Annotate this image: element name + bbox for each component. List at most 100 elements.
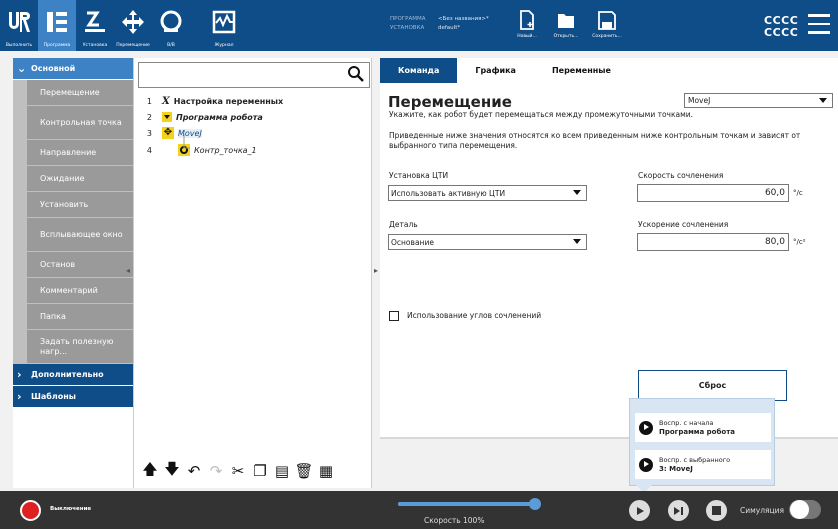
command-move[interactable]: Перемещение bbox=[27, 80, 133, 106]
open-button[interactable]: Открыть... bbox=[548, 10, 584, 39]
editor-tabs: Команда Графика Переменные bbox=[380, 58, 838, 83]
chevron-down-icon bbox=[819, 98, 827, 103]
log-tab[interactable]: Журнал bbox=[205, 0, 243, 51]
tree-node-label: Настройка переменных bbox=[173, 96, 284, 106]
joint-speed-label: Скорость сочленения bbox=[638, 171, 724, 180]
category-basic[interactable]: ⌄ Основной bbox=[13, 58, 133, 80]
tree-connector bbox=[183, 134, 190, 149]
tree-row[interactable]: 4 Контр_точка_1 bbox=[134, 142, 257, 158]
robot-name-line2: CCCC bbox=[764, 26, 799, 39]
category-advanced-label: Дополнительно bbox=[31, 370, 104, 379]
footer-bar: Выключение Скорость 100% Симуляция bbox=[0, 491, 838, 529]
new-file-icon bbox=[520, 10, 534, 30]
chevron-down-icon bbox=[573, 239, 581, 244]
command-wait[interactable]: Ожидание bbox=[27, 166, 133, 192]
step-button[interactable] bbox=[668, 500, 689, 521]
tab-label: Графика bbox=[475, 66, 516, 75]
simulation-label: Симуляция bbox=[740, 506, 785, 515]
robot-name: CCCC CCCC bbox=[764, 15, 798, 39]
chevron-right-icon: › bbox=[17, 368, 22, 381]
command-label: Останов bbox=[40, 260, 76, 269]
joint-accel-value: 80,0 bbox=[764, 237, 785, 247]
chevron-right-icon: › bbox=[17, 390, 22, 403]
feature-select[interactable]: Основание bbox=[388, 234, 587, 250]
tree-search-input[interactable] bbox=[138, 62, 370, 88]
joint-accel-field[interactable]: 80,0 bbox=[637, 233, 789, 251]
tab-graphics[interactable]: Графика bbox=[457, 58, 534, 83]
tree-row[interactable]: 1 X Настройка переменных bbox=[134, 93, 283, 109]
save-button[interactable]: Сохранить... bbox=[589, 10, 625, 39]
installation-tab[interactable]: Установка bbox=[76, 0, 114, 51]
command-folder[interactable]: Папка bbox=[27, 304, 133, 330]
program-tab[interactable]: Программа bbox=[38, 0, 76, 51]
variable-x-icon: X bbox=[162, 95, 170, 107]
program-tree-icon bbox=[47, 12, 67, 32]
command-direction[interactable]: Направление bbox=[27, 140, 133, 166]
search-icon[interactable] bbox=[347, 65, 365, 83]
play-button[interactable] bbox=[629, 500, 650, 521]
move-tab-label: Перемещение bbox=[116, 43, 150, 48]
power-button[interactable] bbox=[20, 500, 41, 521]
category-templates[interactable]: › Шаблоны bbox=[13, 386, 133, 408]
speed-slider[interactable] bbox=[398, 502, 538, 506]
installation-tab-label: Установка bbox=[82, 43, 108, 48]
tcp-value: Использовать активную ЦТИ bbox=[391, 188, 506, 198]
copy-icon[interactable]: ❐ bbox=[251, 461, 269, 481]
tree-row[interactable]: 2 Программа робота bbox=[134, 109, 263, 125]
program-key: ПРОГРАММА bbox=[390, 16, 426, 22]
speed-slider-handle[interactable] bbox=[529, 498, 541, 510]
tcp-select[interactable]: Использовать активную ЦТИ bbox=[388, 185, 587, 201]
simulation-toggle[interactable] bbox=[789, 500, 821, 519]
move-arrows-icon bbox=[122, 10, 144, 34]
line-number: 3 bbox=[146, 128, 152, 138]
delete-icon[interactable]: 🗑 bbox=[294, 461, 313, 481]
tree-node-label: Контр_точка_1 bbox=[194, 145, 257, 155]
io-tab[interactable]: В/В bbox=[152, 0, 190, 51]
reset-button[interactable]: Сброс bbox=[638, 370, 787, 401]
program-name: <Без названия>* bbox=[438, 16, 489, 22]
save-icon bbox=[598, 11, 616, 30]
undo-icon[interactable]: ↶ bbox=[185, 461, 203, 481]
menu-icon[interactable] bbox=[808, 14, 830, 34]
redo-icon[interactable]: ↷ bbox=[207, 461, 225, 481]
command-set[interactable]: Установить bbox=[27, 192, 133, 218]
suppress-icon[interactable]: ▦ bbox=[317, 461, 335, 481]
play-from-selected-button[interactable]: Воспр. с выбранного 3: MoveJ bbox=[635, 450, 771, 479]
play-icon bbox=[639, 420, 653, 435]
command-set-payload[interactable]: Задать полезную нагр... bbox=[27, 330, 133, 364]
tab-label: Переменные bbox=[551, 66, 611, 75]
log-tab-label: Журнал bbox=[214, 43, 234, 48]
move-up-icon[interactable]: 🡅 bbox=[141, 460, 159, 481]
move-tab[interactable]: Перемещение bbox=[114, 0, 152, 51]
command-halt[interactable]: Останов bbox=[27, 252, 133, 278]
joint-accel-unit: °/c² bbox=[793, 238, 806, 246]
tree-row[interactable]: 3 ✥ MoveJ bbox=[134, 125, 202, 141]
play-menu: Воспр. с начала Программа робота Воспр. … bbox=[629, 398, 775, 493]
cut-icon[interactable]: ✂ bbox=[229, 461, 247, 481]
line-number: 1 bbox=[146, 96, 152, 106]
run-tab[interactable]: Выполнить bbox=[0, 0, 38, 51]
move-down-icon[interactable]: 🡇 bbox=[163, 460, 181, 481]
tree-toolbar: 🡅 🡇 ↶ ↷ ✂ ❐ ▤ 🗑 ▦ bbox=[134, 456, 371, 486]
play-from-start-button[interactable]: Воспр. с начала Программа робота bbox=[635, 413, 771, 442]
command-popup[interactable]: Всплывающее окно bbox=[27, 218, 133, 252]
play-from-selected-target: 3: MoveJ bbox=[659, 464, 693, 473]
move-type-select[interactable]: MoveJ bbox=[684, 93, 833, 108]
command-content: Перемещение MoveJ Укажите, как робот буд… bbox=[380, 83, 838, 437]
move-node-icon: ✥ bbox=[162, 127, 174, 139]
joint-speed-field[interactable]: 60,0 bbox=[637, 184, 789, 202]
io-tab-label: В/В bbox=[167, 43, 175, 48]
stop-button[interactable] bbox=[706, 500, 727, 521]
joint-angles-checkbox[interactable] bbox=[389, 311, 399, 321]
category-advanced[interactable]: › Дополнительно bbox=[13, 364, 133, 386]
command-label: Комментарий bbox=[40, 286, 98, 295]
ur-logo-icon bbox=[9, 12, 30, 32]
feature-label: Деталь bbox=[389, 220, 418, 229]
command-comment[interactable]: Комментарий bbox=[27, 278, 133, 304]
paste-icon[interactable]: ▤ bbox=[273, 461, 291, 481]
tab-variables[interactable]: Переменные bbox=[534, 58, 629, 83]
command-waypoint[interactable]: Контрольная точка bbox=[27, 106, 133, 140]
new-button[interactable]: Новый... bbox=[509, 10, 545, 39]
tab-label: Команда bbox=[398, 66, 440, 75]
tab-command[interactable]: Команда bbox=[380, 58, 458, 83]
